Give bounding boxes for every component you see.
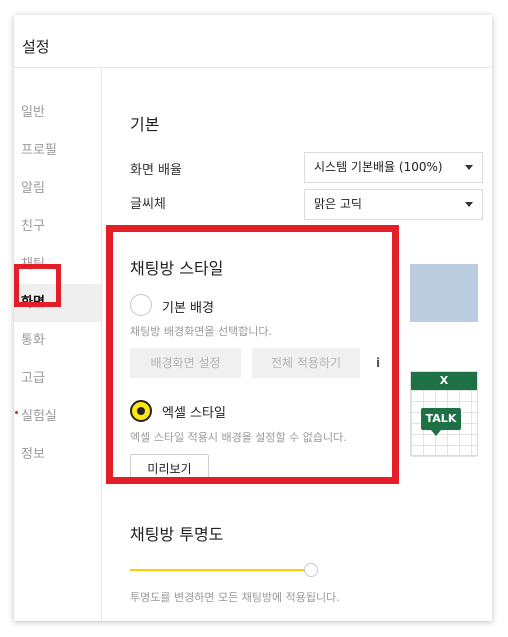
transparency-slider-track[interactable] — [130, 569, 305, 571]
transparency-title: 채팅방 투명도 — [130, 525, 224, 544]
zoom-select-value: 시스템 기본배율 (100%) — [314, 160, 443, 174]
sidebar-item-profile[interactable]: 프로필 — [14, 132, 101, 170]
transparency-slider-handle[interactable] — [304, 563, 318, 577]
font-select-value: 맑은 고딕 — [314, 197, 362, 211]
talk-badge-tail — [431, 430, 441, 436]
sidebar-item-general[interactable]: 일반 — [14, 94, 101, 132]
sidebar-item-friends[interactable]: 친구 — [14, 208, 101, 246]
title-bar: 설정 — [14, 15, 492, 68]
excel-style-preview: X TALK — [410, 371, 478, 457]
basic-background-preview — [410, 264, 478, 322]
chevron-down-icon — [465, 202, 473, 207]
zoom-select[interactable]: 시스템 기본배율 (100%) — [304, 152, 483, 183]
sidebar-item-labs[interactable]: 실험실 — [14, 398, 101, 436]
excel-header: X — [411, 372, 477, 390]
zoom-label: 화면 배율 — [130, 163, 182, 178]
sidebar-item-call[interactable]: 통화 — [14, 322, 101, 360]
basic-section-title: 기본 — [130, 115, 160, 134]
sidebar-item-info[interactable]: 정보 — [14, 436, 101, 474]
font-select[interactable]: 맑은 고딕 — [304, 189, 483, 220]
sidebar-item-labs-label: 실험실 — [21, 409, 57, 424]
sidebar-item-notifications[interactable]: 알림 — [14, 170, 101, 208]
font-label: 글씨체 — [130, 197, 166, 212]
window-title: 설정 — [22, 38, 50, 56]
sidebar-item-advanced[interactable]: 고급 — [14, 360, 101, 398]
sidebar: 일반 프로필 알림 친구 채팅 화면 통화 고급 실험실 정보 — [14, 69, 102, 621]
talk-badge-icon: TALK — [421, 408, 461, 430]
highlight-box-display-item — [14, 264, 61, 307]
new-dot-icon — [15, 411, 18, 414]
chevron-down-icon — [465, 165, 473, 170]
transparency-desc: 투명도를 변경하면 모든 채팅방에 적용됩니다. — [130, 591, 340, 604]
highlight-box-chatroom-style — [106, 225, 399, 484]
